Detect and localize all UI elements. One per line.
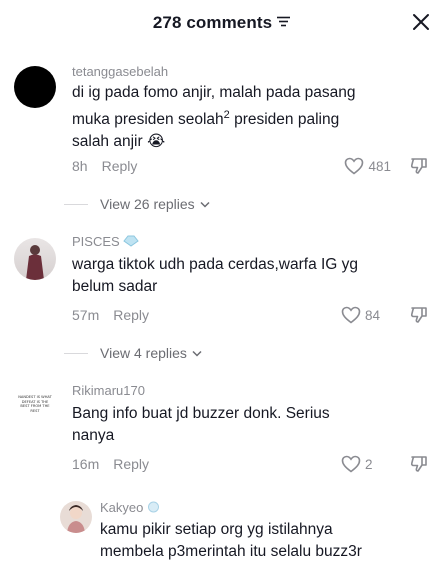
comment-time: 16m xyxy=(72,456,100,472)
comment-username-text: Kakyeo xyxy=(100,500,144,515)
chevron-down-icon xyxy=(192,350,202,357)
close-icon[interactable] xyxy=(412,13,430,31)
like-button[interactable]: 481 xyxy=(344,157,391,175)
view-replies-label: View 26 replies xyxy=(100,196,195,212)
comment-username[interactable]: Kakyeo xyxy=(100,500,160,515)
thumbs-down-icon xyxy=(410,456,427,472)
crying-emoji-icon: 😭 xyxy=(146,133,166,151)
comment-text-line: muka presiden seolah xyxy=(72,111,224,129)
thumbs-down-icon xyxy=(410,158,427,174)
divider-line xyxy=(64,352,88,354)
comments-count-title: 278 comments xyxy=(0,12,443,33)
comment-text: kamu pikir setiap org yg istilahnya memb… xyxy=(100,519,362,563)
comment-text-line: warga tiktok udh pada cerdas,warfa IG yg xyxy=(72,256,359,273)
comment-text-line: belum sadar xyxy=(72,278,158,295)
comment-text-line: Bang info buat jd buzzer donk. Serius xyxy=(72,405,330,422)
comments-header: 278 comments xyxy=(0,0,443,44)
avatar[interactable] xyxy=(60,501,92,533)
comment-username[interactable]: PISCES xyxy=(72,234,140,249)
thumbs-down-icon xyxy=(410,307,427,323)
heart-icon xyxy=(341,455,361,473)
comment-text: di ig pada fomo anjir, malah pada pasang… xyxy=(72,82,356,153)
dislike-button[interactable] xyxy=(409,305,429,325)
like-count: 84 xyxy=(365,307,381,323)
comment-actions: 2 xyxy=(341,454,429,474)
comment-text-line: nanya xyxy=(72,427,115,444)
divider-line xyxy=(64,203,88,205)
reply-button[interactable]: Reply xyxy=(113,456,149,472)
like-count: 2 xyxy=(365,456,373,472)
crystal-emoji-icon xyxy=(123,235,140,247)
view-replies-button[interactable]: View 26 replies xyxy=(64,196,210,212)
comment-text-line: membela p3merintah itu selalu buzz3r xyxy=(100,543,362,560)
comment-username[interactable]: tetanggasebelah xyxy=(72,64,168,79)
chevron-down-icon xyxy=(200,201,210,208)
sort-filter-icon[interactable] xyxy=(277,16,291,27)
reply-button[interactable]: Reply xyxy=(102,158,138,174)
sparkle-emoji-icon xyxy=(148,501,159,513)
comment-actions: 84 xyxy=(341,305,429,325)
avatar[interactable] xyxy=(14,66,56,108)
comment-time: 8h xyxy=(72,158,88,174)
comment-time: 57m xyxy=(72,307,100,323)
comment-text-line: salah anjir xyxy=(72,133,143,151)
dislike-button[interactable] xyxy=(409,454,429,474)
comments-count-label: 278 comments xyxy=(152,12,273,32)
heart-icon xyxy=(345,157,364,175)
person-photo-icon xyxy=(26,245,44,280)
comment-meta: 16m Reply xyxy=(72,456,149,472)
comment-text-line: presiden paling xyxy=(229,111,340,129)
comment-text: warga tiktok udh pada cerdas,warfa IG yg… xyxy=(72,254,358,298)
avatar-text-image: NANDEST IS WHAT DEFEAT IS THE BEST FROM … xyxy=(18,395,52,413)
like-count: 481 xyxy=(368,158,391,174)
comment-meta: 8h Reply xyxy=(72,158,137,174)
comment-meta: 57m Reply xyxy=(72,307,149,323)
comment-text-line: kamu pikir setiap org yg istilahnya xyxy=(100,521,333,538)
person-photo-icon xyxy=(67,505,85,533)
heart-icon xyxy=(341,306,361,324)
comment-actions: 481 xyxy=(344,156,429,176)
comment-username[interactable]: Rikimaru170 xyxy=(72,383,145,398)
avatar[interactable] xyxy=(14,238,56,280)
comment-text-line: di ig pada fomo anjir, malah pada pasang xyxy=(72,84,356,101)
comment-username-text: PISCES xyxy=(72,234,120,249)
like-button[interactable]: 2 xyxy=(341,455,391,473)
avatar[interactable]: NANDEST IS WHAT DEFEAT IS THE BEST FROM … xyxy=(14,387,56,429)
reply-button[interactable]: Reply xyxy=(113,307,149,323)
view-replies-button[interactable]: View 4 replies xyxy=(64,345,202,361)
like-button[interactable]: 84 xyxy=(341,306,391,324)
dislike-button[interactable] xyxy=(409,156,429,176)
comment-text: Bang info buat jd buzzer donk. Serius na… xyxy=(72,403,330,447)
view-replies-label: View 4 replies xyxy=(100,345,187,361)
